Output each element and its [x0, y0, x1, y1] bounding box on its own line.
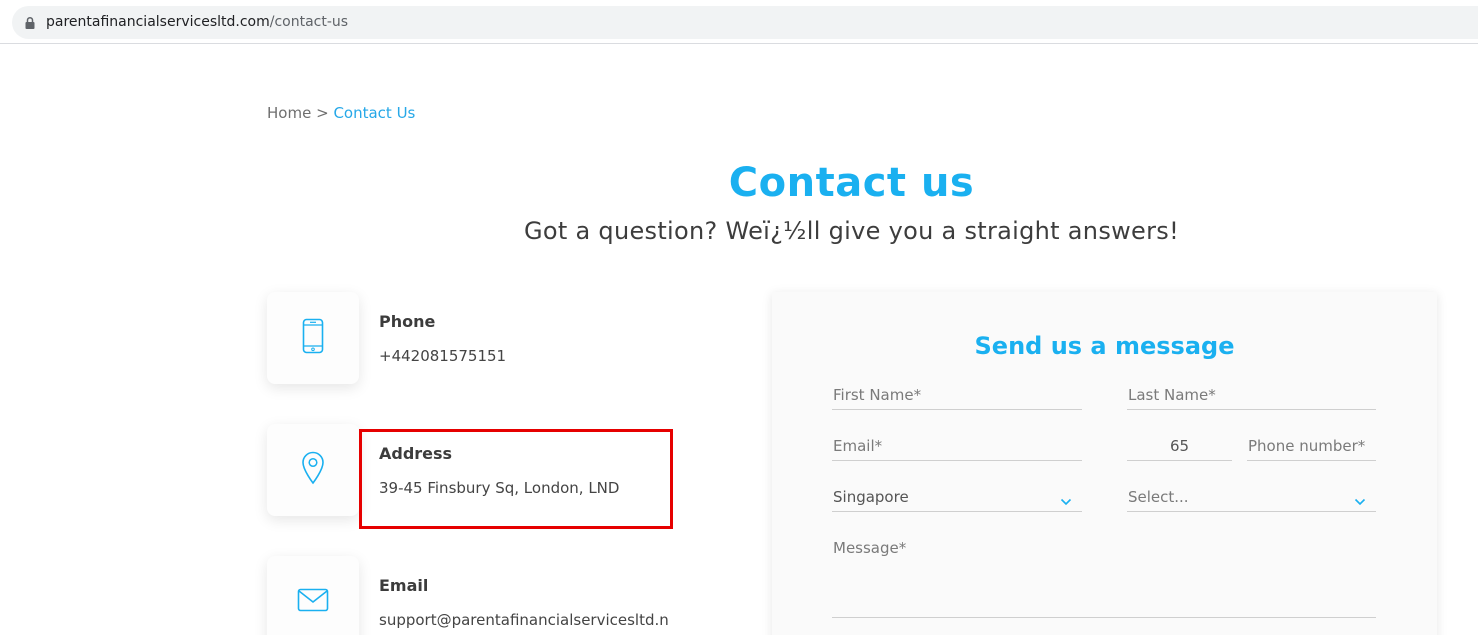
phone-number-field[interactable]: Phone number* [1247, 433, 1376, 461]
breadcrumb-separator: > [316, 104, 329, 122]
envelope-icon [297, 588, 329, 616]
form-title: Send us a message [974, 332, 1235, 360]
first-name-placeholder: First Name* [833, 386, 922, 404]
first-name-field[interactable]: First Name* [832, 382, 1082, 410]
country-selected-value: Singapore [833, 488, 909, 506]
phone-icon-box [267, 292, 359, 384]
breadcrumb: Home > Contact Us [267, 104, 415, 122]
phone-number-placeholder: Phone number* [1248, 437, 1366, 455]
page-subtitle: Got a question? Weï¿½ll give you a strai… [523, 217, 1180, 245]
page-title: Contact us [728, 160, 975, 206]
select-placeholder: Select... [1128, 488, 1189, 506]
chevron-down-icon [1354, 491, 1366, 510]
country-code-field[interactable]: 65 [1127, 433, 1232, 461]
email-label: Email [379, 576, 429, 595]
highlight-box [359, 429, 673, 529]
url-text[interactable]: parentafinancialservicesltd.com/contact-… [46, 14, 348, 30]
lock-icon [24, 15, 36, 34]
country-code-value: 65 [1169, 437, 1190, 455]
email-field[interactable]: Email* [832, 433, 1082, 461]
country-select[interactable]: Singapore [832, 484, 1082, 512]
email-icon-box [267, 556, 359, 635]
message-field[interactable]: Message* [832, 535, 1376, 618]
last-name-placeholder: Last Name* [1128, 386, 1216, 404]
address-bar[interactable]: parentafinancialservicesltd.com/contact-… [12, 6, 1478, 39]
map-pin-icon [301, 451, 325, 489]
divider [0, 43, 1478, 44]
chevron-down-icon [1060, 491, 1072, 510]
breadcrumb-home-link[interactable]: Home [267, 104, 311, 122]
email-placeholder: Email* [833, 437, 883, 455]
phone-label: Phone [379, 312, 436, 331]
last-name-field[interactable]: Last Name* [1127, 382, 1376, 410]
url-path: /contact-us [269, 14, 349, 30]
contact-form: Send us a message First Name* Last Name*… [772, 292, 1437, 635]
phone-icon [302, 318, 324, 358]
address-icon-box [267, 424, 359, 516]
breadcrumb-current[interactable]: Contact Us [333, 104, 415, 122]
message-placeholder: Message* [833, 539, 907, 557]
url-domain: parentafinancialservicesltd.com [46, 14, 270, 30]
email-value[interactable]: support@parentafinancialservicesltd.net [379, 608, 671, 635]
generic-select[interactable]: Select... [1127, 484, 1376, 512]
phone-value[interactable]: +442081575151 [379, 344, 671, 368]
